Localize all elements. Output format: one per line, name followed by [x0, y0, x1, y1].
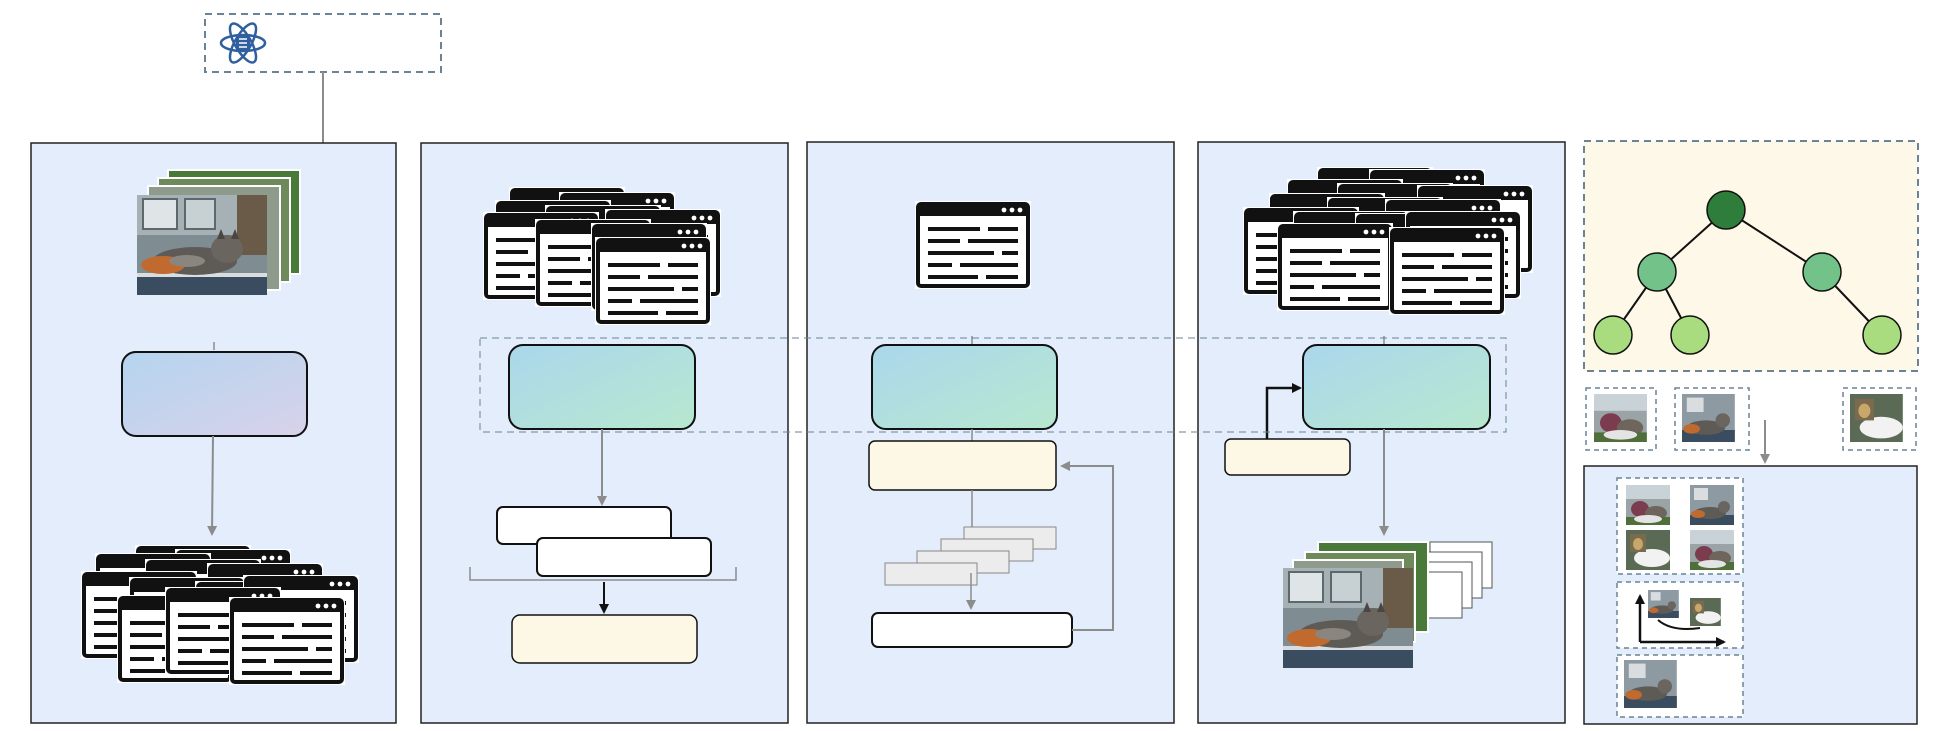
cream-box-4 [1224, 438, 1351, 476]
document-stack-1 [79, 543, 361, 687]
model-box-1 [121, 351, 308, 437]
panel-5 [1583, 465, 1918, 725]
tree-node [1637, 252, 1677, 292]
axes-group [1616, 581, 1744, 649]
tree-node [1802, 252, 1842, 292]
result-box-2 [511, 614, 698, 664]
thumbnail-row [1585, 387, 1917, 464]
panel-1 [30, 142, 397, 724]
panel-2 [420, 142, 789, 724]
cream-box-3 [868, 440, 1057, 491]
photo-stack [136, 169, 301, 296]
tree-root-node [1706, 190, 1746, 230]
tree-panel [1583, 140, 1919, 372]
single-document [913, 199, 1033, 291]
pipeline-diagram [30, 13, 1919, 725]
model-box-4 [1302, 344, 1491, 430]
model-box-2 [508, 344, 696, 430]
source-label [270, 22, 430, 52]
tree-leaf-node [1593, 315, 1633, 355]
output-box-3 [871, 612, 1073, 648]
output-box-2b [536, 537, 712, 577]
model-box-3 [871, 344, 1058, 430]
tree-leaf-node [1862, 315, 1902, 355]
tree-leaf-node [1670, 315, 1710, 355]
